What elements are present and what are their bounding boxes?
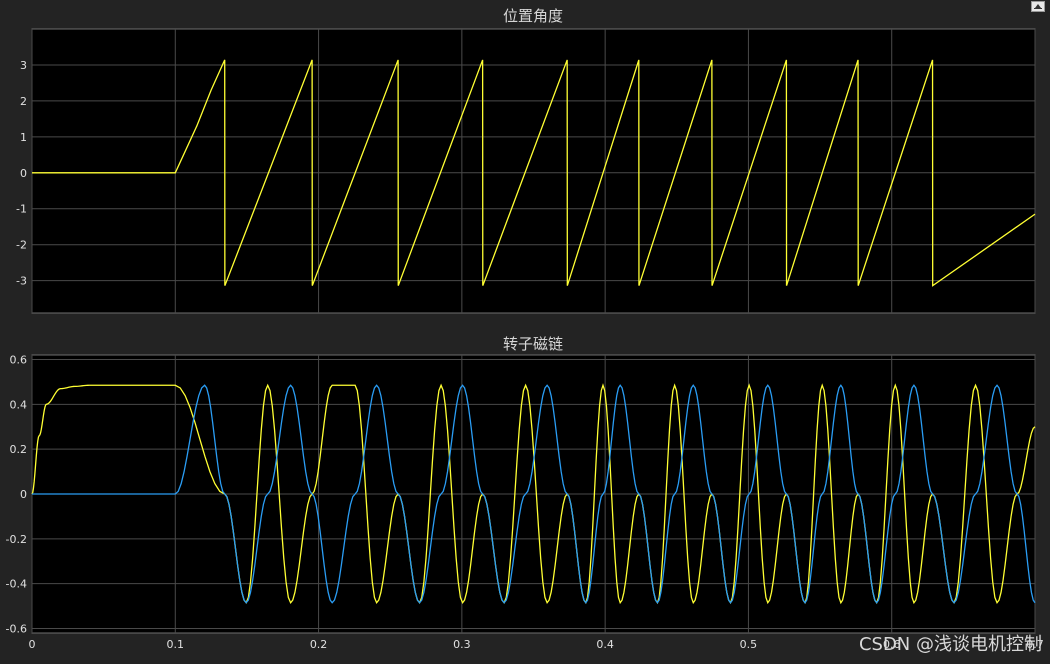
bottom-chart-title: 转子磁链 (503, 335, 563, 353)
x-tick-label: 0.1 (167, 638, 185, 651)
x-tick-label: 0.3 (453, 638, 471, 651)
x-tick-label: 0.5 (740, 638, 758, 651)
scope-figure: 3 2 1 0 -1 -2 -3 位置角度 0.6 0.4 0.2 0 -0.2 -0.4 -0.6 0… (6, 7, 1044, 655)
y-tick-label: 0.6 (10, 353, 28, 366)
y-tick-label: 3 (20, 59, 27, 72)
x-tick-label: 0 (29, 638, 36, 651)
y-tick-label: -2 (16, 239, 27, 252)
top-y-tick-labels: 3 2 1 0 -1 -2 -3 (16, 59, 27, 288)
y-tick-label: -3 (16, 275, 27, 288)
y-tick-label: 0.2 (10, 443, 28, 456)
top-axes-box (31, 28, 1036, 314)
y-tick-label: 1 (20, 131, 27, 144)
y-tick-label: 2 (20, 95, 27, 108)
watermark: CSDN @浅谈电机控制 (859, 634, 1042, 655)
y-tick-label: 0 (20, 167, 27, 180)
y-tick-label: -0.4 (6, 578, 27, 591)
y-tick-label: -0.2 (6, 533, 27, 546)
x-tick-label: 0.2 (310, 638, 328, 651)
y-tick-label: -0.6 (6, 623, 27, 636)
x-tick-label: 0.4 (596, 638, 614, 651)
y-tick-label: 0 (20, 488, 27, 501)
y-tick-label: 0.4 (10, 398, 28, 411)
y-tick-label: -1 (16, 203, 27, 216)
bottom-y-tick-labels: 0.6 0.4 0.2 0 -0.2 -0.4 -0.6 (6, 353, 27, 635)
top-chart-title: 位置角度 (503, 7, 563, 25)
